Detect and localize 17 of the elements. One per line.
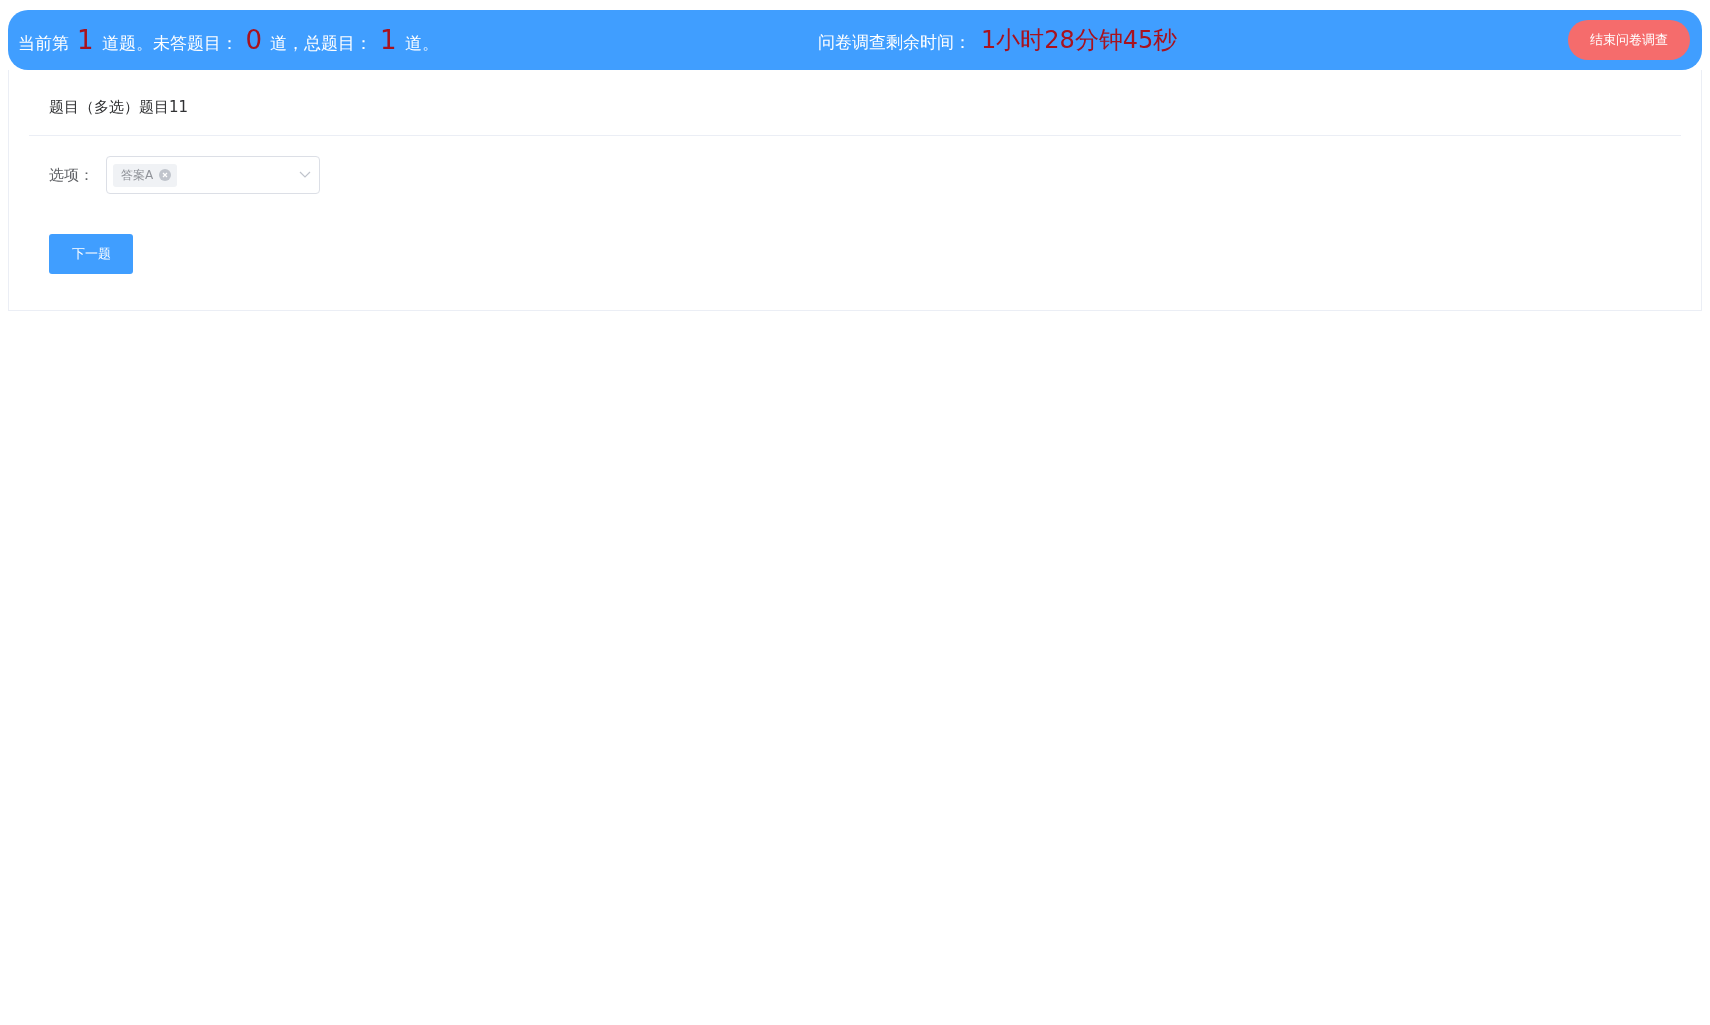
caret-icon [299,171,311,179]
count-number: 1 [77,25,94,55]
next-question-button[interactable]: 下一题 [49,234,133,274]
progress-text: 道题。未答题目： [101,32,238,55]
option-tag: 答案A [113,163,178,187]
progress-text: 道。 [404,32,439,55]
progress-text: 当前第 [18,32,69,55]
options-label: 选项： [49,165,94,185]
remove-icon[interactable] [159,169,172,181]
options-select[interactable]: 答案A [106,156,320,194]
count-number: 1 [380,25,397,55]
timer-value: 1小时28分钟45秒 [981,25,1178,56]
timer-label: 问卷调查剩余时间： [818,31,971,54]
progress-text: 道，总题目： [270,32,373,55]
question-title: 题目（多选）题目11 [29,70,1681,136]
count-number: 0 [245,25,263,55]
end-survey-button[interactable]: 结束问卷调查 [1568,20,1690,60]
